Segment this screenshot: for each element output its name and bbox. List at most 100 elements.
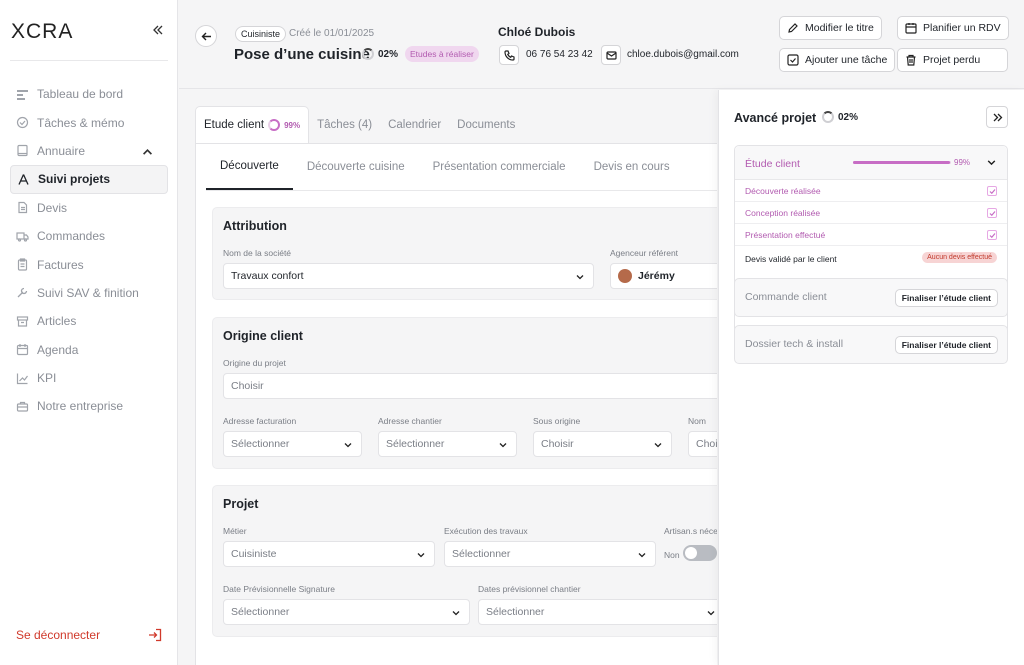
agent-value: Jérémy xyxy=(638,270,675,282)
calendar-icon xyxy=(16,344,29,356)
project-section: Projet Métier Cuisiniste Exécution des t… xyxy=(212,485,717,637)
button-label: Ajouter une tâche xyxy=(805,54,888,66)
progress-ring-icon xyxy=(362,48,374,60)
checklist-item: Conception réalisée xyxy=(735,202,1007,224)
logout-button[interactable]: Se déconnecter xyxy=(16,628,162,642)
sub-origin-placeholder: Choisir xyxy=(541,438,574,450)
company-label: Nom de la société xyxy=(223,248,292,258)
document-icon xyxy=(18,202,28,214)
checklist-label: Conception réalisée xyxy=(745,207,821,218)
checkbox[interactable] xyxy=(987,208,997,218)
call-button[interactable] xyxy=(499,45,519,65)
project-progress: 02% xyxy=(362,48,398,60)
site-dates-select[interactable]: Sélectionner xyxy=(478,599,717,625)
truck-icon xyxy=(16,232,29,242)
page-title: Pose d’une cuisine xyxy=(234,46,370,63)
billing-address-select[interactable]: Sélectionner xyxy=(223,431,362,457)
project-lost-button[interactable]: Projet perdu xyxy=(897,48,1008,72)
sidebar-item-project-tracking[interactable]: Suivi projets xyxy=(10,165,168,194)
arrow-left-icon xyxy=(201,32,211,40)
client-name: Chloé Dubois xyxy=(498,25,576,39)
checklist-item: Découverte réalisée xyxy=(735,180,1007,202)
billing-label: Adresse facturation xyxy=(223,416,297,426)
sidebar-item-tasks[interactable]: Tâches & mémo xyxy=(10,108,168,136)
sidebar-item-invoices[interactable]: Factures xyxy=(10,250,168,278)
company-select[interactable]: Travaux confort xyxy=(223,263,594,289)
collapse-sidebar-button[interactable] xyxy=(150,22,166,38)
site-address-select[interactable]: Sélectionner xyxy=(378,431,517,457)
check-circle-icon xyxy=(16,116,29,129)
tab-tasks[interactable]: Tâches (4) xyxy=(309,106,380,143)
subtab-commercial-presentation[interactable]: Présentation commerciale xyxy=(419,144,580,190)
finalize-study-button[interactable]: Finaliser l’étude client xyxy=(894,336,998,354)
checkbox[interactable] xyxy=(987,230,997,240)
sidebar: XCRA Tableau de bord Tâches & mémo Annua… xyxy=(0,0,178,665)
sidebar-item-quotes[interactable]: Devis xyxy=(10,194,168,222)
sidebar-item-articles[interactable]: Articles xyxy=(10,307,168,335)
sidebar-item-company[interactable]: Notre entreprise xyxy=(10,392,168,420)
section-title: Projet xyxy=(223,497,259,511)
chevron-down-icon xyxy=(344,443,352,448)
stage-header[interactable]: Étude client 99% xyxy=(735,146,1007,180)
checkbox[interactable] xyxy=(987,186,997,196)
sidebar-item-after-sales[interactable]: Suivi SAV & finition xyxy=(10,279,168,307)
subtab-kitchen-discovery[interactable]: Découverte cuisine xyxy=(293,144,419,190)
button-label: Projet perdu xyxy=(923,54,981,66)
back-button[interactable] xyxy=(195,25,217,47)
execution-select[interactable]: Sélectionner xyxy=(444,541,656,567)
sidebar-item-directory[interactable]: Annuaire xyxy=(10,137,168,165)
stage-progress-value: 99% xyxy=(954,158,971,167)
agent-label: Agenceur référent xyxy=(610,248,679,258)
status-badge: Aucun devis effectué xyxy=(922,252,997,263)
sub-origin-select[interactable]: Choisir xyxy=(533,431,672,457)
agent-select[interactable]: Jérémy xyxy=(610,263,717,289)
sidebar-item-label: Tâches & mémo xyxy=(37,115,125,130)
project-tabs: Etude client 99% Tâches (4) Calendrier D… xyxy=(195,106,523,143)
signature-date-select[interactable]: Sélectionner xyxy=(223,599,470,625)
panel-progress-value: 02% xyxy=(838,111,859,123)
chevron-down-icon xyxy=(987,160,996,166)
book-icon xyxy=(17,145,28,157)
check-icon xyxy=(989,210,995,216)
sidebar-item-orders[interactable]: Commandes xyxy=(10,222,168,250)
trade-select[interactable]: Cuisiniste xyxy=(223,541,435,567)
site-dates-placeholder: Sélectionner xyxy=(486,606,545,618)
button-label: Planifier un RDV xyxy=(923,22,1001,34)
edit-title-button[interactable]: Modifier le titre xyxy=(779,16,882,40)
sidebar-item-dashboard[interactable]: Tableau de bord xyxy=(10,80,168,108)
name-select[interactable]: Choisir xyxy=(688,431,717,457)
client-phone[interactable]: 06 76 54 23 42 xyxy=(526,49,593,60)
expand-panel-button[interactable] xyxy=(986,106,1008,128)
chevron-down-icon xyxy=(576,275,584,280)
client-email[interactable]: chloe.dubois@gmail.com xyxy=(627,49,739,60)
tab-documents[interactable]: Documents xyxy=(449,106,523,143)
calendar-icon xyxy=(905,23,917,34)
sidebar-item-agenda[interactable]: Agenda xyxy=(10,336,168,364)
add-task-button[interactable]: Ajouter une tâche xyxy=(779,48,896,72)
sidebar-item-kpi[interactable]: KPI xyxy=(10,364,168,392)
email-button[interactable] xyxy=(601,45,621,65)
name-placeholder: Choisir xyxy=(696,438,717,450)
category-tag: Cuisiniste xyxy=(235,26,287,42)
tab-client-study[interactable]: Etude client 99% xyxy=(195,106,310,143)
panel-title: Avancé projet xyxy=(734,111,817,125)
plan-rdv-button[interactable]: Planifier un RDV xyxy=(897,16,1009,40)
progress-ring-icon xyxy=(268,119,281,131)
artisan-label: Artisan.s nécessaire xyxy=(664,526,717,536)
toggle-label: Non xyxy=(664,550,680,560)
double-chevron-right-icon xyxy=(993,113,1002,121)
tab-label: Calendrier xyxy=(388,118,442,131)
briefcase-icon xyxy=(16,401,29,412)
origin-select[interactable]: Choisir xyxy=(223,373,717,399)
checklist-label: Devis validé par le client xyxy=(745,254,837,264)
main-content: Etude client 99% Tâches (4) Calendrier D… xyxy=(179,90,717,665)
tab-calendar[interactable]: Calendrier xyxy=(380,106,449,143)
finalize-study-button[interactable]: Finaliser l’étude client xyxy=(894,289,998,307)
artisan-toggle[interactable] xyxy=(683,545,717,561)
subtab-current-quotes[interactable]: Devis en cours xyxy=(580,144,684,190)
checklist-label: Présentation effectué xyxy=(745,229,826,240)
sidebar-item-label: Devis xyxy=(37,200,68,215)
subtab-discovery[interactable]: Découverte xyxy=(206,144,293,190)
signature-date-placeholder: Sélectionner xyxy=(231,606,290,618)
nav-list: Tableau de bord Tâches & mémo Annuaire S… xyxy=(10,80,168,421)
